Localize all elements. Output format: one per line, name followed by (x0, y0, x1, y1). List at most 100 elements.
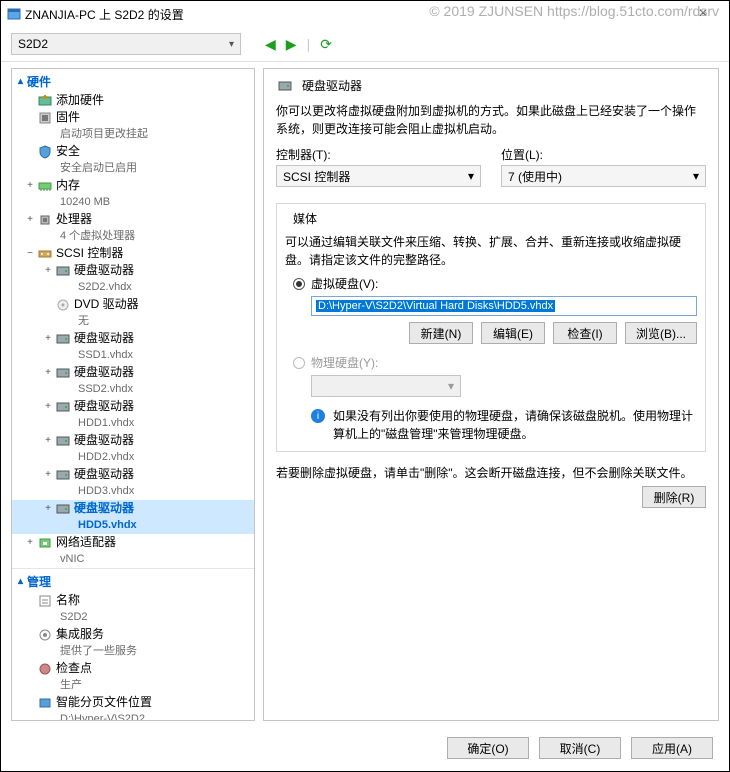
tree-item[interactable]: +硬盘驱动器 (12, 262, 254, 279)
expander-icon[interactable]: + (24, 535, 36, 550)
cpu-icon (38, 213, 52, 227)
tree-item-sub: 安全启动已启用 (12, 160, 254, 177)
tree-item-sub: 10240 MB (12, 194, 254, 211)
tree-item[interactable]: − SCSI 控制器 (12, 245, 254, 262)
tree-item-sub: HDD5.vhdx (12, 517, 254, 534)
apply-button[interactable]: 应用(A) (631, 737, 713, 759)
radio-physical-disk-label: 物理硬盘(Y): (311, 354, 378, 371)
tree-item[interactable]: 安全 (12, 143, 254, 160)
new-button[interactable]: 新建(N) (409, 322, 473, 344)
chevron-down-icon: ▾ (229, 39, 234, 50)
chevron-down-icon: ▾ (448, 379, 454, 393)
radio-virtual-disk[interactable]: 虚拟硬盘(V): (293, 275, 697, 292)
tree-item-sublabel: 启动项目更改挂起 (60, 127, 148, 142)
vhd-path-input[interactable]: D:\Hyper-V\S2D2\Virtual Hard Disks\HDD5.… (311, 296, 697, 316)
tree-item-label: 硬盘驱动器 (74, 501, 134, 516)
tree-item-sub: HDD3.vhdx (12, 483, 254, 500)
tree-item-sub: 生产 (12, 677, 254, 694)
nav-next[interactable]: ▶ (286, 36, 297, 53)
location-label: 位置(L): (501, 146, 706, 163)
tree-item[interactable]: 集成服务 (12, 626, 254, 643)
tree-item[interactable]: + 硬盘驱动器 (12, 330, 254, 347)
radio-virtual-disk-label: 虚拟硬盘(V): (311, 275, 378, 292)
tree-item-sublabel: 无 (78, 314, 89, 329)
close-button[interactable]: × (683, 5, 723, 23)
toolbar: S2D2 ▾ ◀ ▶ | ⟳ (1, 27, 729, 62)
tree-item[interactable]: 固件 (12, 109, 254, 126)
expander-icon[interactable]: + (42, 331, 54, 346)
tree-item[interactable]: 智能分页文件位置 (12, 694, 254, 711)
info-text: 如果没有列出你要使用的物理硬盘，请确保该磁盘脱机。使用物理计算机上的"磁盘管理"… (333, 407, 697, 443)
tree-item[interactable]: +硬盘驱动器 (12, 398, 254, 415)
physical-disk-dropdown: ▾ (311, 375, 461, 397)
tree-item[interactable]: + 硬盘驱动器 (12, 500, 254, 517)
expander-icon[interactable]: + (42, 263, 54, 278)
tree-item-label: 硬盘驱动器 (74, 467, 134, 482)
expander-icon[interactable]: + (42, 365, 54, 380)
media-group: 媒体 可以通过编辑关联文件来压缩、转换、扩展、合并、重新连接或收缩虚拟硬盘。请指… (276, 203, 706, 452)
tree-item-sub: vNIC (12, 551, 254, 568)
tree-item-label: SCSI 控制器 (56, 246, 123, 261)
hdd-icon (56, 366, 70, 380)
tree-item-sublabel: D:\Hyper-V\S2D2 (60, 712, 145, 721)
physical-disk-info: i 如果没有列出你要使用的物理硬盘，请确保该磁盘脱机。使用物理计算机上的"磁盘管… (311, 407, 697, 443)
tree-item-label: DVD 驱动器 (74, 297, 139, 312)
settings-window-icon (7, 7, 21, 21)
tree-item[interactable]: DVD 驱动器 (12, 296, 254, 313)
expander-icon[interactable]: + (42, 399, 54, 414)
window-title: ZNANJIA-PC 上 S2D2 的设置 (25, 6, 683, 23)
section-hardware: ▴ 硬件 (12, 69, 254, 92)
tree-item[interactable]: + 硬盘驱动器 (12, 466, 254, 483)
nav-refresh[interactable]: ⟳ (320, 36, 332, 53)
expander-icon[interactable]: + (42, 467, 54, 482)
controller-dropdown[interactable]: SCSI 控制器 ▾ (276, 165, 481, 187)
tree-item[interactable]: + 硬盘驱动器 (12, 364, 254, 381)
name-icon (38, 594, 52, 608)
vm-selector[interactable]: S2D2 ▾ (11, 33, 241, 55)
inspect-button[interactable]: 检查(I) (553, 322, 617, 344)
tree-item-sublabel: S2D2 (60, 610, 88, 625)
expander-icon[interactable]: + (42, 501, 54, 516)
tree-item[interactable]: 添加硬件 (12, 92, 254, 109)
hdd-icon (56, 502, 70, 516)
tree-item-sublabel: vNIC (60, 552, 84, 567)
cancel-button[interactable]: 取消(C) (539, 737, 621, 759)
ok-button[interactable]: 确定(O) (447, 737, 529, 759)
svc-icon (38, 628, 52, 642)
vhd-path-value: D:\Hyper-V\S2D2\Virtual Hard Disks\HDD5.… (316, 300, 555, 312)
hdd-icon (56, 332, 70, 346)
nic-icon (38, 536, 52, 550)
hdd-icon (56, 264, 70, 278)
management-caret-icon: ▴ (18, 576, 23, 587)
browse-button[interactable]: 浏览(B)... (625, 322, 697, 344)
settings-tree[interactable]: ▴ 硬件 添加硬件固件启动项目更改挂起安全安全启动已启用+内存10240 MB+… (11, 68, 255, 721)
hdd-icon (278, 79, 292, 93)
tree-item-label: 硬盘驱动器 (74, 365, 134, 380)
expander-icon[interactable]: + (24, 178, 36, 193)
tree-item[interactable]: +内存 (12, 177, 254, 194)
detail-panel: 硬盘驱动器 你可以更改将虚拟硬盘附加到虚拟机的方式。如果此磁盘上已经安装了一个操… (263, 68, 719, 721)
expander-icon[interactable]: − (24, 246, 36, 261)
tree-item[interactable]: +处理器 (12, 211, 254, 228)
tree-item-sub: 提供了一些服务 (12, 643, 254, 660)
edit-button[interactable]: 编辑(E) (481, 322, 545, 344)
tree-item-label: 硬盘驱动器 (74, 331, 134, 346)
location-value: 7 (使用中) (508, 168, 562, 185)
expander-icon[interactable]: + (24, 212, 36, 227)
chk-icon (38, 662, 52, 676)
hardware-caret-icon: ▴ (18, 76, 23, 87)
tree-item[interactable]: 名称 (12, 592, 254, 609)
delete-desc: 若要删除虚拟硬盘，请单击"删除"。这会断开磁盘连接，但不会删除关联文件。 (276, 464, 706, 482)
radio-physical-disk[interactable]: 物理硬盘(Y): (293, 354, 697, 371)
tree-item-sub: D:\Hyper-V\S2D2 (12, 711, 254, 721)
location-dropdown[interactable]: 7 (使用中) ▾ (501, 165, 706, 187)
delete-button[interactable]: 删除(R) (642, 486, 706, 508)
expander-icon[interactable]: + (42, 433, 54, 448)
tree-item[interactable]: +网络适配器 (12, 534, 254, 551)
nav-prev[interactable]: ◀ (265, 36, 276, 53)
tree-item-label: 硬盘驱动器 (74, 433, 134, 448)
tree-item-sub: 无 (12, 313, 254, 330)
dvd-icon (56, 298, 70, 312)
tree-item[interactable]: 检查点 (12, 660, 254, 677)
tree-item[interactable]: + 硬盘驱动器 (12, 432, 254, 449)
